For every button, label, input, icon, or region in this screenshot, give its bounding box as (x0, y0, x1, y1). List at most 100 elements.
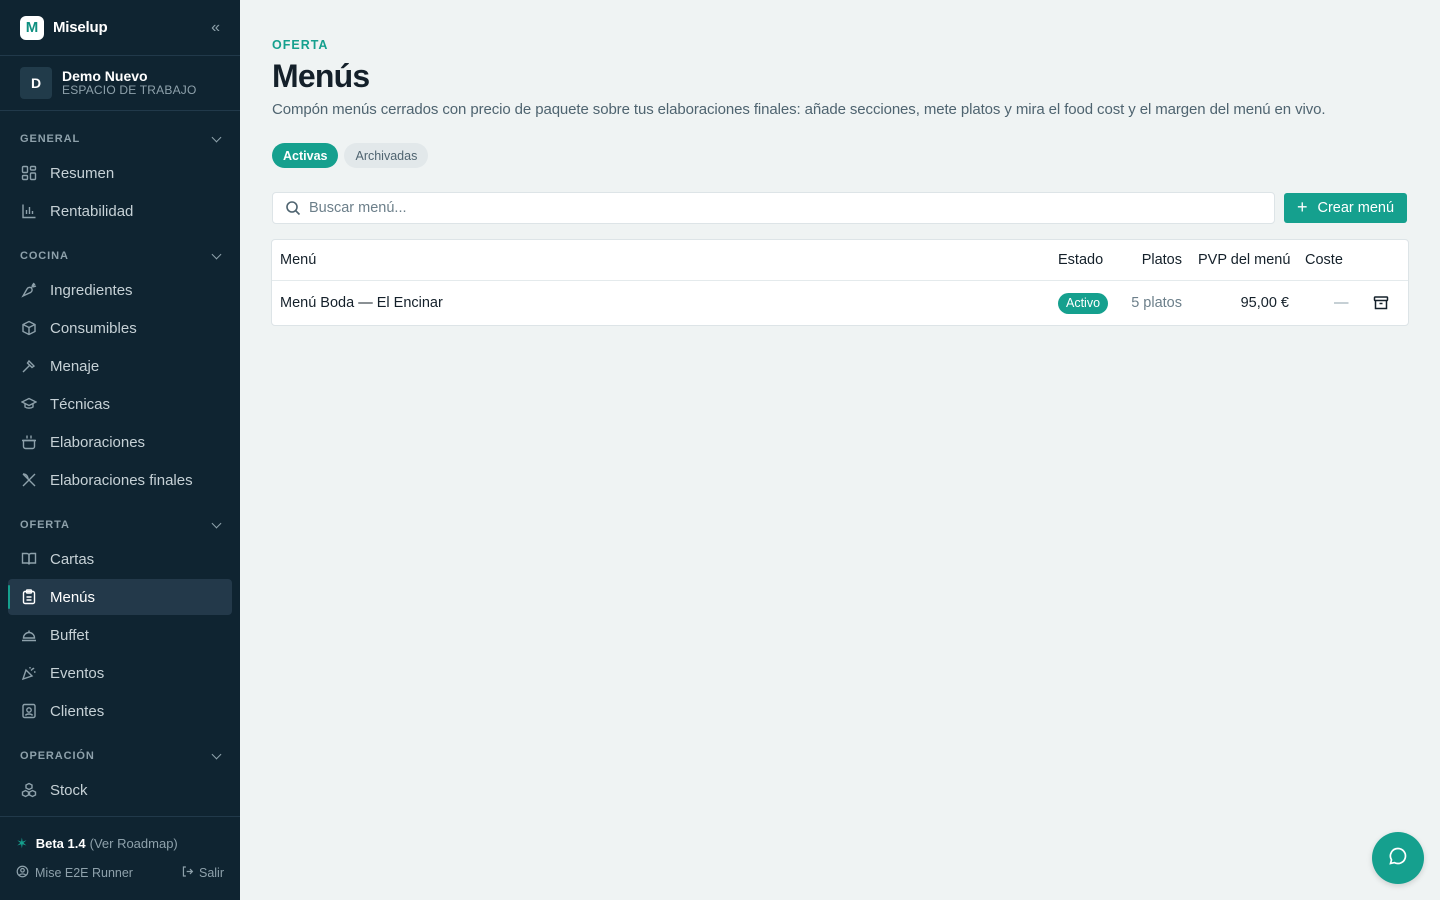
workspace-switcher[interactable]: D Demo Nuevo ESPACIO DE TRABAJO (0, 56, 240, 111)
section-oferta[interactable]: OFERTA (0, 515, 240, 535)
chat-button[interactable] (1372, 832, 1424, 884)
search-input[interactable] (309, 200, 1209, 216)
plus-icon: + (1296, 197, 1308, 217)
sidebar-item-label: Clientes (50, 702, 105, 720)
chat-bubble-icon (1388, 846, 1408, 871)
page-eyebrow: OFERTA (272, 38, 329, 52)
box-icon (20, 319, 38, 337)
column-header-estado[interactable]: Estado (1058, 252, 1103, 268)
sidebar-item-label: Stock (50, 781, 88, 799)
sidebar-item-tecnicas[interactable]: Técnicas (8, 386, 232, 422)
sidebar-item-elaboraciones[interactable]: Elaboraciones (8, 424, 232, 460)
workspace-subtitle: ESPACIO DE TRABAJO (62, 83, 197, 98)
sidebar-item-label: Menús (50, 588, 96, 606)
roadmap-link[interactable]: (Ver Roadmap) (90, 836, 178, 851)
beta-version[interactable]: ✶ Beta 1.4 (Ver Roadmap) (16, 827, 224, 859)
column-header-menu[interactable]: Menú (280, 252, 316, 268)
workspace-avatar: D (20, 67, 52, 99)
sidebar-item-clientes[interactable]: Clientes (8, 693, 232, 729)
book-icon (20, 550, 38, 568)
create-menu-label: Crear menú (1317, 200, 1395, 216)
platos-count: 5 platos (1131, 295, 1182, 311)
sparkle-icon: ✶ (16, 834, 28, 851)
search-box (272, 192, 1275, 224)
chevron-down-icon (211, 749, 222, 759)
sidebar-item-eventos[interactable]: Eventos (8, 655, 232, 691)
section-label: OPERACIÓN (20, 750, 95, 762)
section-label: GENERAL (20, 133, 81, 145)
boxes-icon (20, 781, 38, 799)
sidebar-item-consumibles[interactable]: Consumibles (8, 310, 232, 346)
chevron-down-icon (211, 249, 222, 259)
bar-chart-icon (20, 202, 38, 220)
status-badge-label: Activo (1058, 292, 1109, 314)
status-badge: Activo (1058, 292, 1109, 314)
sidebar-item-cartas[interactable]: Cartas (8, 541, 232, 577)
menu-cost: — (1334, 295, 1349, 311)
sidebar-footer: ✶ Beta 1.4 (Ver Roadmap) Mise E2E Runner… (0, 816, 240, 900)
logout-icon (181, 865, 194, 881)
sidebar: M Miselup « D Demo Nuevo ESPACIO DE TRAB… (0, 0, 240, 900)
user-bar: Mise E2E Runner Salir (16, 859, 224, 887)
sidebar-item-label: Elaboraciones finales (50, 471, 193, 489)
column-header-coste[interactable]: Coste (1305, 252, 1343, 268)
sidebar-item-label: Resumen (50, 164, 115, 182)
collapse-sidebar-icon[interactable]: « (211, 19, 220, 37)
column-header-platos[interactable]: Platos (1140, 252, 1182, 268)
status-tabs: Activas Archivadas (272, 143, 429, 168)
section-operacion[interactable]: OPERACIÓN (0, 746, 240, 766)
sidebar-item-label: Menaje (50, 357, 100, 375)
column-header-pvp[interactable]: PVP del menú (1198, 252, 1290, 268)
main-content: OFERTA Menús Compón menús cerrados con p… (240, 0, 1440, 900)
chevron-down-icon (211, 518, 222, 528)
sidebar-item-label: Técnicas (50, 395, 111, 413)
fork-knife-icon (20, 471, 38, 489)
tab-archivadas[interactable]: Archivadas (344, 143, 429, 168)
page-description: Compón menús cerrados con precio de paqu… (272, 101, 1326, 118)
sidebar-item-ingredientes[interactable]: Ingredientes (8, 272, 232, 308)
contact-icon (20, 702, 38, 720)
clipboard-icon (20, 588, 38, 606)
sidebar-item-label: Consumibles (50, 319, 137, 337)
menu-name[interactable]: Menú Boda — El Encinar (280, 295, 443, 311)
carrot-icon (20, 281, 38, 299)
sidebar-item-elaboraciones-finales[interactable]: Elaboraciones finales (8, 462, 232, 498)
sidebar-item-menaje[interactable]: Menaje (8, 348, 232, 384)
sidebar-item-rentabilidad[interactable]: Rentabilidad (8, 193, 232, 229)
sidebar-nav: GENERAL Resumen Rentabilidad COCINA Ingr… (0, 112, 240, 810)
sidebar-item-resumen[interactable]: Resumen (8, 155, 232, 191)
section-general[interactable]: GENERAL (0, 129, 240, 149)
user-circle-icon (16, 865, 29, 881)
cloche-icon (20, 626, 38, 644)
sidebar-item-label: Elaboraciones (50, 433, 146, 451)
sidebar-item-label: Ingredientes (50, 281, 133, 299)
archive-icon[interactable] (1372, 294, 1390, 312)
user-name: Mise E2E Runner (35, 866, 133, 880)
brand-bar: M Miselup « (0, 0, 240, 56)
sidebar-item-buffet[interactable]: Buffet (8, 617, 232, 653)
section-label: COCINA (20, 250, 69, 262)
section-cocina[interactable]: COCINA (0, 246, 240, 266)
table-header: Menú Estado Platos PVP del menú Coste (272, 240, 1408, 281)
app-name: Miselup (53, 19, 108, 36)
menu-price: 95,00 € (1240, 295, 1289, 311)
beta-label: Beta 1.4 (35, 835, 86, 851)
sidebar-item-stock[interactable]: Stock (8, 772, 232, 808)
create-menu-button[interactable]: + Crear menú (1284, 193, 1407, 223)
menus-table: Menú Estado Platos PVP del menú Coste Me… (271, 239, 1409, 326)
section-label: OFERTA (20, 519, 70, 531)
utensil-icon (20, 357, 38, 375)
sidebar-item-label: Cartas (50, 550, 95, 568)
grid-icon (20, 164, 38, 182)
sidebar-item-label: Rentabilidad (50, 202, 134, 220)
table-row[interactable]: Menú Boda — El Encinar Activo 5 platos 9… (272, 281, 1408, 325)
party-icon (20, 664, 38, 682)
logout-button[interactable]: Salir (181, 865, 224, 881)
sidebar-item-menus[interactable]: Menús (8, 579, 232, 615)
graduation-cap-icon (20, 395, 38, 413)
sidebar-item-label: Buffet (50, 626, 89, 644)
tab-activas[interactable]: Activas (272, 143, 339, 168)
chevron-down-icon (211, 132, 222, 142)
sidebar-item-label: Eventos (50, 664, 105, 682)
search-icon (285, 200, 301, 216)
